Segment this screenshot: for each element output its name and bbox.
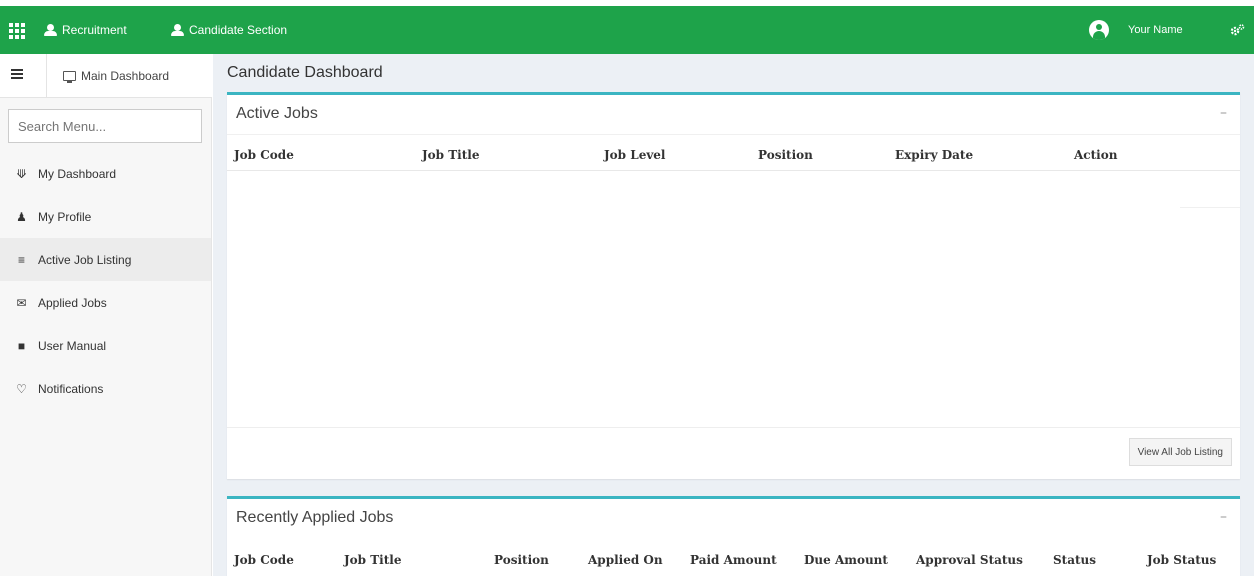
monitor-icon <box>63 71 76 83</box>
sidebar-menu: ⟱ My Dashboard ♟ My Profile ≡ Active Job… <box>0 152 211 410</box>
sidebar-item-my-profile[interactable]: ♟ My Profile <box>0 195 211 238</box>
bell-icon: ♡ <box>16 381 27 396</box>
avatar[interactable] <box>1089 20 1109 40</box>
main-dashboard-link[interactable]: Main Dashboard <box>63 54 169 98</box>
sidebar-item-active-job-listing[interactable]: ≡ Active Job Listing <box>0 238 211 281</box>
sidebar-item-notifications[interactable]: ♡ Notifications <box>0 367 211 410</box>
column-header-job-status[interactable]: Job Status <box>1147 553 1216 567</box>
user-name[interactable]: Your Name <box>1128 6 1183 54</box>
user-icon: ♟ <box>16 209 27 224</box>
apps-grid-icon[interactable] <box>9 23 25 39</box>
list-icon: ≡ <box>17 252 25 267</box>
sidebar-item-my-dashboard[interactable]: ⟱ My Dashboard <box>0 152 211 195</box>
column-header-status[interactable]: Status <box>1053 553 1096 567</box>
column-header-expiry-date[interactable]: Expiry Date <box>895 148 973 162</box>
column-header-job-title[interactable]: Job Title <box>344 553 401 567</box>
search-menu-input[interactable] <box>8 109 202 143</box>
column-header-job-title[interactable]: Job Title <box>422 148 479 162</box>
nav-candidate-section[interactable]: Candidate Section <box>171 6 287 54</box>
active-jobs-title: Active Jobs <box>236 105 318 122</box>
divider <box>46 54 47 98</box>
column-header-job-level[interactable]: Job Level <box>604 148 666 162</box>
column-header-due-amount[interactable]: Due Amount <box>804 553 888 567</box>
column-header-applied-on[interactable]: Applied On <box>588 553 663 567</box>
nav-candidate-section-label: Candidate Section <box>189 23 288 37</box>
sidebar-item-label: Applied Jobs <box>38 295 107 310</box>
sidebar-item-label: My Profile <box>38 209 92 224</box>
user-icon <box>44 24 57 36</box>
column-header-job-code[interactable]: Job Code <box>234 148 294 162</box>
active-jobs-panel: Active Jobs – Job Code Job Title Job Lev… <box>227 92 1240 479</box>
sidebar-header: Main Dashboard <box>0 54 212 98</box>
column-header-position[interactable]: Position <box>494 553 549 567</box>
nav-recruitment[interactable]: Recruitment <box>44 6 127 54</box>
sidebar-item-label: Notifications <box>38 381 104 396</box>
column-header-approval-status[interactable]: Approval Status <box>916 553 1023 567</box>
column-header-paid-amount[interactable]: Paid Amount <box>690 553 777 567</box>
home-icon: ⟱ <box>16 166 27 181</box>
envelope-icon: ✉ <box>16 295 27 310</box>
main-content: Candidate Dashboard Active Jobs – Job Co… <box>213 54 1254 576</box>
top-navbar: Recruitment Candidate Section Your Name <box>0 6 1254 54</box>
column-header-action[interactable]: Action <box>1074 148 1117 162</box>
nav-recruitment-label: Recruitment <box>62 23 127 37</box>
collapse-minus-icon[interactable]: – <box>1220 510 1231 524</box>
recently-applied-jobs-panel: Recently Applied Jobs – Job Code Job Tit… <box>227 496 1240 576</box>
divider <box>1180 207 1240 208</box>
divider <box>227 134 1240 135</box>
hamburger-menu-icon[interactable] <box>11 69 23 79</box>
sidebar-item-user-manual[interactable]: ■ User Manual <box>0 324 211 367</box>
active-jobs-footer: View All Job Listing <box>227 427 1240 482</box>
sidebar-item-label: Active Job Listing <box>38 252 132 267</box>
recently-applied-jobs-title: Recently Applied Jobs <box>236 509 394 526</box>
sidebar: Main Dashboard ⟱ My Dashboard ♟ My Profi… <box>0 54 212 576</box>
page-title: Candidate Dashboard <box>227 64 383 81</box>
view-all-job-listing-button[interactable]: View All Job Listing <box>1128 438 1232 466</box>
sidebar-item-label: User Manual <box>38 338 107 353</box>
sidebar-item-label: My Dashboard <box>38 166 117 181</box>
user-icon <box>171 24 184 36</box>
column-header-position[interactable]: Position <box>758 148 813 162</box>
folder-icon: ■ <box>17 338 26 353</box>
sidebar-item-applied-jobs[interactable]: ✉ Applied Jobs <box>0 281 211 324</box>
divider <box>227 170 1240 171</box>
settings-gear-icon[interactable] <box>1229 23 1245 37</box>
collapse-minus-icon[interactable]: – <box>1220 106 1231 120</box>
main-dashboard-label: Main Dashboard <box>81 69 170 83</box>
column-header-job-code[interactable]: Job Code <box>234 553 294 567</box>
